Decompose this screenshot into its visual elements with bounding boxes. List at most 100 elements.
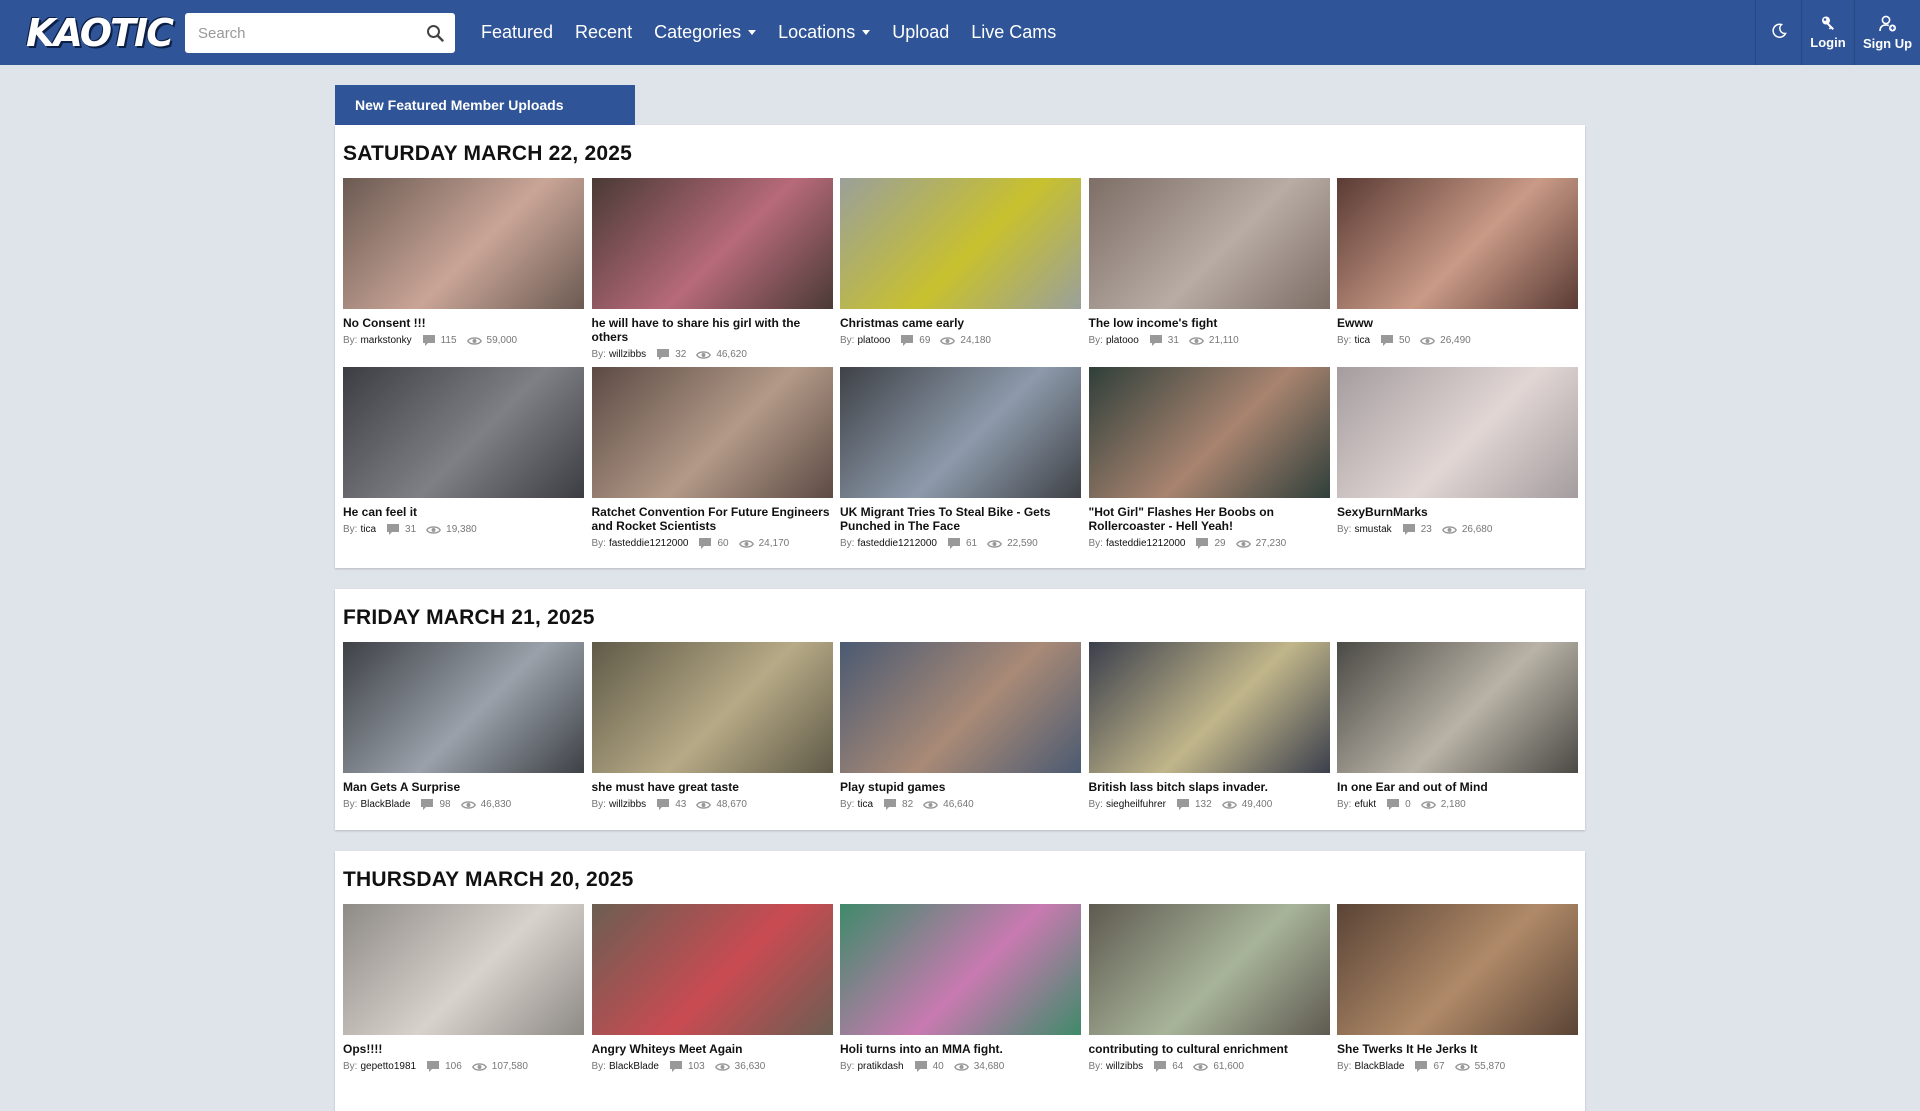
video-title-link[interactable]: Ratchet Convention For Future Engineers … — [592, 505, 833, 533]
view-count: 46,620 — [716, 349, 747, 360]
video-thumbnail[interactable] — [1088, 904, 1330, 1035]
login-button[interactable]: Login — [1801, 0, 1854, 65]
video-card: she must have great taste By: willzibbs 43 4… — [591, 642, 833, 811]
author-link[interactable]: fasteddie1212000 — [857, 538, 937, 549]
comment-icon — [1414, 1060, 1428, 1073]
video-thumbnail[interactable] — [1337, 367, 1578, 498]
author-link[interactable]: efukt — [1354, 799, 1376, 810]
video-title-link[interactable]: He can feel it — [343, 505, 584, 519]
video-thumbnail[interactable] — [1088, 178, 1330, 309]
author-link[interactable]: fasteddie1212000 — [609, 538, 689, 549]
author-link[interactable]: willzibbs — [609, 799, 646, 810]
video-title-link[interactable]: No Consent !!! — [343, 316, 584, 330]
video-title-link[interactable]: British lass bitch slaps invader. — [1089, 780, 1330, 794]
video-card: Play stupid games By: tica 82 46,640 — [840, 642, 1081, 811]
video-thumbnail[interactable] — [1088, 642, 1330, 773]
nav-recent[interactable]: Recent — [564, 22, 643, 43]
video-thumbnail[interactable] — [840, 904, 1081, 1035]
video-title-link[interactable]: Angry Whiteys Meet Again — [592, 1042, 833, 1056]
site-logo[interactable]: KAOTIC — [26, 8, 174, 58]
nav-locations-dropdown[interactable]: Locations — [767, 22, 881, 43]
author-link[interactable]: tica — [360, 524, 376, 535]
video-title-link[interactable]: she must have great taste — [592, 780, 833, 794]
video-thumbnail[interactable] — [343, 367, 584, 498]
video-meta: By: fasteddie1212000 60 24,170 — [592, 537, 833, 550]
video-meta: By: pratikdash 40 34,680 — [840, 1060, 1081, 1073]
video-title-link[interactable]: he will have to share his girl with the … — [592, 316, 833, 344]
date-section: SATURDAY MARCH 22, 2025 No Consent !!! By:… — [335, 125, 1585, 568]
video-thumbnail[interactable] — [1337, 642, 1578, 773]
video-thumbnail[interactable] — [591, 367, 833, 498]
author-link[interactable]: smustak — [1354, 524, 1391, 535]
video-thumbnail[interactable] — [1088, 367, 1330, 498]
video-title-link[interactable]: SexyBurnMarks — [1337, 505, 1578, 519]
video-title-link[interactable]: Holi turns into an MMA fight. — [840, 1042, 1081, 1056]
video-title-link[interactable]: Man Gets A Surprise — [343, 780, 584, 794]
video-thumbnail[interactable] — [591, 178, 833, 309]
video-card: Man Gets A Surprise By: BlackBlade 98 46,830 — [343, 642, 584, 811]
video-thumbnail[interactable] — [840, 367, 1081, 498]
video-meta: By: tica 31 19,380 — [343, 523, 584, 536]
video-card: "Hot Girl" Flashes Her Boobs on Rollerco… — [1088, 367, 1330, 550]
nav-locations-label: Locations — [778, 22, 856, 42]
video-thumbnail[interactable] — [343, 178, 584, 309]
video-title-link[interactable]: Christmas came early — [840, 316, 1081, 330]
video-thumbnail[interactable] — [591, 642, 833, 773]
video-thumbnail[interactable] — [343, 904, 584, 1035]
video-thumbnail[interactable] — [840, 178, 1081, 309]
author-link[interactable]: gepetto1981 — [360, 1061, 416, 1072]
video-thumbnail[interactable] — [591, 904, 833, 1035]
comment-count: 67 — [1433, 1061, 1445, 1072]
author-link[interactable]: platooo — [857, 335, 890, 346]
video-title-link[interactable]: Ewww — [1337, 316, 1578, 330]
by-label: By: — [1088, 1061, 1103, 1072]
author-link[interactable]: BlackBlade — [360, 799, 410, 810]
author-link[interactable]: BlackBlade — [1354, 1061, 1404, 1072]
video-title-link[interactable]: Play stupid games — [840, 780, 1081, 794]
nav-featured[interactable]: Featured — [470, 22, 564, 43]
by-label: By: — [840, 335, 855, 346]
author-link[interactable]: siegheilfuhrer — [1106, 799, 1166, 810]
comment-icon — [656, 348, 670, 361]
video-title-link[interactable]: contributing to cultural enrichment — [1089, 1042, 1330, 1056]
theme-toggle-button[interactable] — [1755, 0, 1801, 65]
author-link[interactable]: markstonky — [360, 335, 411, 346]
eye-icon — [1420, 800, 1436, 810]
author-link[interactable]: willzibbs — [1106, 1061, 1143, 1072]
author-link[interactable]: tica — [857, 799, 873, 810]
author-link[interactable]: fasteddie1212000 — [1106, 538, 1186, 549]
author-link[interactable]: willzibbs — [609, 349, 646, 360]
nav-live-cams[interactable]: Live Cams — [960, 22, 1067, 43]
eye-icon — [1235, 539, 1251, 549]
video-title-link[interactable]: Ops!!!! — [343, 1042, 584, 1056]
author-link[interactable]: pratikdash — [857, 1061, 903, 1072]
video-meta: By: BlackBlade 98 46,830 — [343, 798, 584, 811]
video-title-link[interactable]: "Hot Girl" Flashes Her Boobs on Rollerco… — [1089, 505, 1330, 533]
search-button[interactable] — [415, 14, 455, 52]
video-title-link[interactable]: In one Ear and out of Mind — [1337, 780, 1578, 794]
key-icon — [1822, 16, 1834, 30]
nav-upload[interactable]: Upload — [881, 22, 960, 43]
by-label: By: — [343, 335, 358, 346]
video-title-link[interactable]: UK Migrant Tries To Steal Bike - Gets Pu… — [840, 505, 1081, 533]
comment-icon — [426, 1060, 440, 1073]
author-link[interactable]: platooo — [1106, 335, 1139, 346]
video-title-link[interactable]: The low income's fight — [1089, 316, 1330, 330]
comment-icon — [914, 1060, 928, 1073]
search-input[interactable] — [185, 14, 415, 52]
video-thumbnail[interactable] — [1337, 178, 1578, 309]
author-link[interactable]: tica — [1354, 335, 1370, 346]
featured-uploads-tab[interactable]: New Featured Member Uploads — [335, 85, 635, 125]
video-thumbnail[interactable] — [343, 642, 584, 773]
by-label: By: — [1337, 524, 1352, 535]
video-card: The low income's fight By: platooo 31 21,110 — [1088, 178, 1330, 347]
video-title-link[interactable]: She Twerks It He Jerks It — [1337, 1042, 1578, 1056]
video-thumbnail[interactable] — [840, 642, 1081, 773]
video-meta: By: smustak 23 26,680 — [1337, 523, 1578, 536]
video-thumbnail[interactable] — [1337, 904, 1578, 1035]
video-meta: By: siegheilfuhrer 132 49,400 — [1089, 798, 1330, 811]
nav-categories-dropdown[interactable]: Categories — [643, 22, 767, 43]
eye-icon — [953, 1062, 969, 1072]
author-link[interactable]: BlackBlade — [609, 1061, 659, 1072]
signup-button[interactable]: Sign Up — [1854, 0, 1920, 65]
